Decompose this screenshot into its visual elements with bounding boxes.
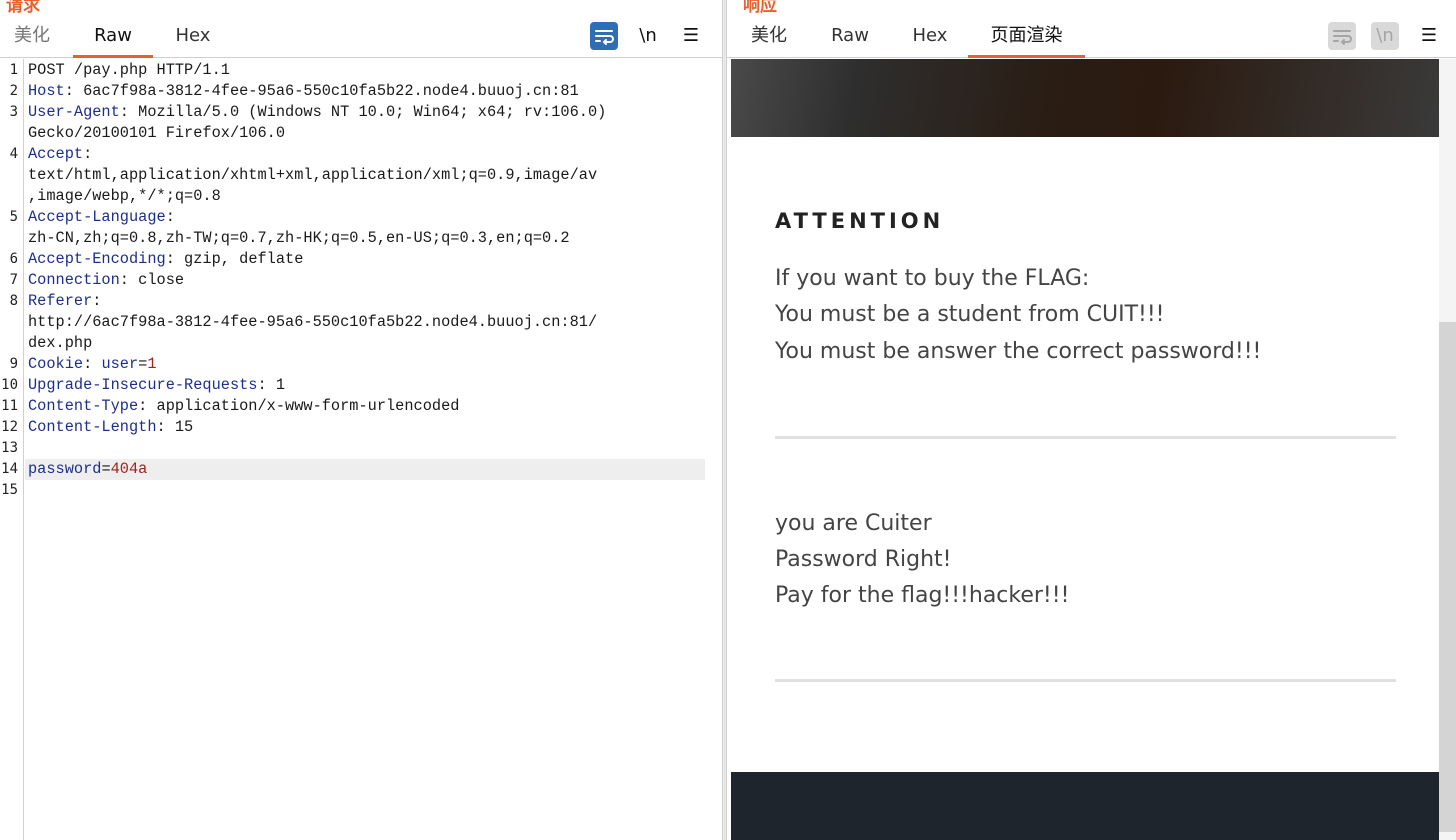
tab-pretty[interactable]: 美化 [12, 22, 52, 58]
line-number: 4 [9, 146, 18, 162]
code-line: dex.php [28, 334, 93, 352]
code-line: Connection: close [28, 271, 185, 289]
scrollbar-thumb[interactable] [1439, 322, 1456, 832]
divider-line [775, 436, 1396, 439]
code-line: password=404a [28, 460, 148, 478]
tab-pretty[interactable]: 美化 [749, 22, 789, 58]
code-line: http://6ac7f98a-3812-4fee-95a6-550c10fa5… [28, 313, 598, 331]
divider-line [775, 679, 1396, 682]
result-line: you are Cuiter [775, 511, 932, 536]
code-line: User-Agent: Mozilla/5.0 (Windows NT 10.0… [28, 103, 607, 121]
line-number: 10 [1, 377, 18, 393]
code-line: Accept-Encoding: gzip, deflate [28, 250, 304, 268]
line-number: 12 [1, 419, 18, 435]
code-line: POST /pay.php HTTP/1.1 [28, 61, 230, 79]
response-title: 响应 [743, 0, 777, 16]
code-line: text/html,application/xhtml+xml,applicat… [28, 166, 598, 184]
hero-banner [731, 59, 1439, 137]
code-line: Accept-Language: [28, 208, 175, 226]
result-line: Password Right! [775, 547, 952, 572]
wrap-lines-icon[interactable] [590, 22, 618, 50]
line-number: 5 [9, 209, 18, 225]
code-line: Host: 6ac7f98a-3812-4fee-95a6-550c10fa5b… [28, 82, 579, 100]
code-line: Content-Length: 15 [28, 418, 194, 436]
menu-icon[interactable]: ☰ [1415, 22, 1443, 50]
response-pane: 响应 美化 Raw Hex 页面渲染 \n ☰ ATTENTION If you… [727, 0, 1456, 840]
rendered-page: ATTENTION If you want to buy the FLAG: Y… [731, 59, 1439, 840]
response-tabbar: 美化 Raw Hex 页面渲染 \n ☰ [727, 18, 1456, 58]
attention-line: You must be answer the correct password!… [775, 339, 1262, 364]
tab-render[interactable]: 页面渲染 [968, 22, 1085, 58]
request-tabbar: 美化 Raw Hex \n ☰ [0, 18, 722, 58]
line-number: 3 [9, 104, 18, 120]
line-number: 8 [9, 293, 18, 309]
result-line: Pay for the flag!!!hacker!!! [775, 583, 1070, 608]
request-pane: 请求 美化 Raw Hex \n ☰ 1 POST /pay.php HTTP/1… [0, 0, 722, 840]
vertical-scrollbar[interactable] [1439, 59, 1456, 840]
code-line: Referer: [28, 292, 102, 310]
code-line: Gecko/20100101 Firefox/106.0 [28, 124, 286, 142]
code-line: ,image/webp,*/*;q=0.8 [28, 187, 221, 205]
line-number: 7 [9, 272, 18, 288]
request-title: 请求 [6, 0, 40, 16]
code-line: zh-CN,zh;q=0.8,zh-TW;q=0.7,zh-HK;q=0.5,e… [28, 229, 570, 247]
line-number: 1 [9, 62, 18, 78]
wrap-lines-icon [1328, 22, 1356, 50]
line-number: 15 [1, 482, 18, 498]
page-footer [731, 772, 1439, 840]
menu-icon[interactable]: ☰ [677, 22, 705, 50]
code-line: Upgrade-Insecure-Requests: 1 [28, 376, 286, 394]
line-number: 9 [9, 356, 18, 372]
show-newlines-icon: \n [1371, 22, 1399, 50]
line-number: 2 [9, 83, 18, 99]
attention-line: If you want to buy the FLAG: [775, 266, 1090, 291]
tab-raw[interactable]: Raw [830, 22, 870, 58]
tab-raw[interactable]: Raw [73, 22, 153, 58]
line-number: 14 [1, 461, 18, 477]
line-number: 13 [1, 440, 18, 456]
code-line: Accept: [28, 145, 93, 163]
request-editor[interactable]: 1 POST /pay.php HTTP/1.1 2 Host: 6ac7f98a-3… [0, 59, 722, 840]
code-line: Content-Type: application/x-www-form-url… [28, 397, 460, 415]
tab-hex[interactable]: Hex [911, 22, 949, 58]
tab-hex[interactable]: Hex [172, 22, 214, 58]
wrap-icon-glyph [595, 30, 614, 45]
line-number: 6 [9, 251, 18, 267]
code-line: Cookie: user=1 [28, 355, 157, 373]
attention-heading: ATTENTION [775, 209, 945, 233]
line-number: 11 [1, 398, 18, 414]
show-newlines-icon[interactable]: \n [634, 22, 662, 50]
attention-line: You must be a student from CUIT!!! [775, 302, 1165, 327]
wrap-icon-glyph [1333, 30, 1352, 45]
